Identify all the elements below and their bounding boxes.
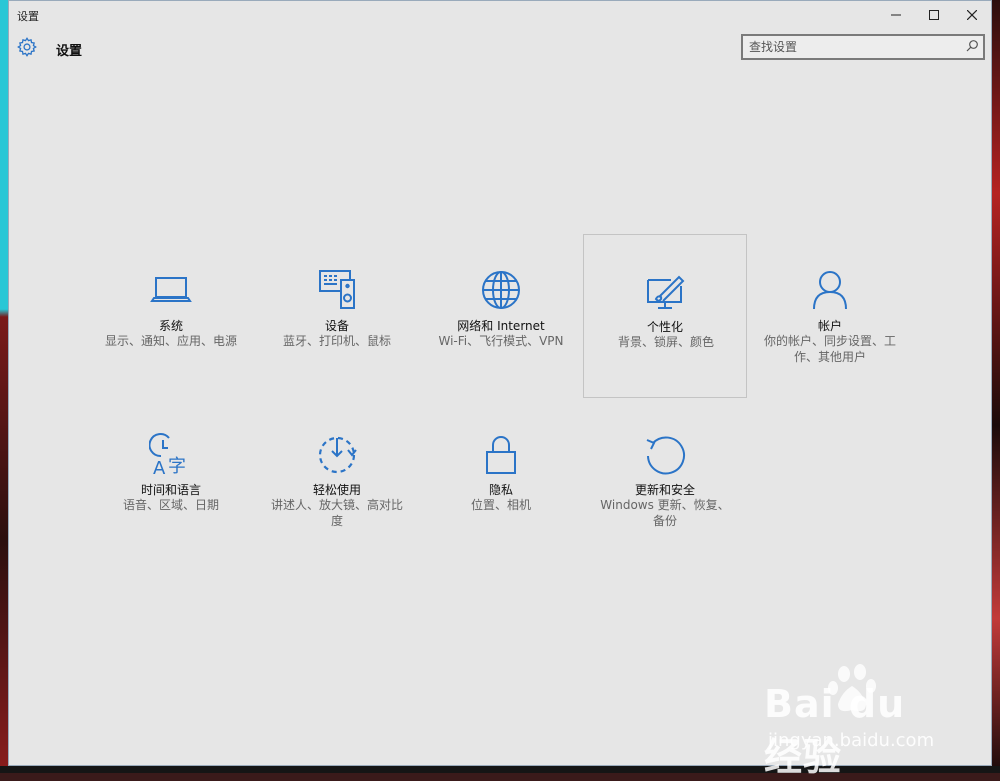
- tile-title: 轻松使用: [312, 483, 361, 497]
- globe-icon: [482, 271, 520, 309]
- tile-title: 更新和安全: [634, 483, 695, 497]
- search-box[interactable]: [741, 34, 985, 60]
- baidu-watermark: Bai du 经验 jingyan.baidu.com: [764, 662, 954, 779]
- title-bar[interactable]: 设置: [9, 1, 991, 29]
- tile-description: Wi-Fi、飞行模式、VPN: [438, 334, 564, 348]
- tile-privacy[interactable]: 隐私 位置、相机: [419, 398, 583, 562]
- tile-accounts[interactable]: 帐户 你的帐户、同步设置、工作、其他用户: [748, 234, 912, 398]
- window-title: 设置: [17, 10, 39, 23]
- tile-description: Windows 更新、恢复、备份: [600, 498, 730, 528]
- maximize-icon: [929, 10, 939, 20]
- tile-title: 帐户: [817, 319, 842, 333]
- laptop-icon: [150, 277, 192, 302]
- tile-title: 网络和 Internet: [457, 319, 545, 333]
- desktop-background-right: [992, 0, 1000, 773]
- devices-icon: [319, 270, 355, 309]
- gear-icon: [17, 37, 37, 57]
- close-button[interactable]: [953, 1, 991, 29]
- tile-description: 显示、通知、应用、电源: [105, 334, 238, 348]
- tile-description: 位置、相机: [470, 498, 531, 512]
- page-title: 设置: [56, 44, 83, 59]
- lock-icon: [486, 436, 516, 474]
- tile-title: 系统: [158, 319, 183, 333]
- close-icon: [967, 10, 977, 20]
- search-icon[interactable]: [965, 39, 979, 53]
- ease-of-access-icon: [318, 436, 357, 474]
- tile-description: 语音、区域、日期: [122, 498, 219, 512]
- tile-title: 时间和语言: [140, 483, 201, 497]
- maximize-button[interactable]: [915, 1, 953, 29]
- svg-text:A: A: [153, 458, 166, 476]
- tile-description: 讲述人、放大镜、高对比度: [271, 498, 404, 528]
- user-icon: [813, 271, 847, 310]
- desktop-background-left: [0, 0, 8, 773]
- tile-devices[interactable]: 设备 蓝牙、打印机、鼠标: [255, 234, 419, 398]
- tile-description: 背景、锁屏、颜色: [617, 335, 714, 349]
- minimize-icon: [891, 14, 901, 16]
- tile-title: 隐私: [488, 483, 513, 497]
- update-icon: [646, 436, 685, 475]
- time-language-icon: A 字: [149, 433, 186, 476]
- tile-description: 你的帐户、同步设置、工作、其他用户: [764, 334, 897, 364]
- minimize-button[interactable]: [877, 1, 915, 29]
- tile-description: 蓝牙、打印机、鼠标: [282, 334, 391, 348]
- watermark-url: jingyan.baidu.com: [768, 730, 935, 751]
- tile-system[interactable]: 系统 显示、通知、应用、电源: [89, 234, 253, 398]
- tile-title: 设备: [324, 319, 349, 333]
- personalization-icon: [647, 275, 685, 309]
- tile-time-language[interactable]: A 字 时间和语言 语音、区域、日期: [89, 398, 253, 562]
- tile-network[interactable]: 网络和 Internet Wi-Fi、飞行模式、VPN: [419, 234, 583, 398]
- search-input[interactable]: [749, 39, 954, 55]
- tile-update-security[interactable]: 更新和安全 Windows 更新、恢复、备份: [583, 398, 747, 562]
- tile-title: 个性化: [646, 320, 683, 334]
- settings-window: 设置 设置 查找设置 系统 显示、通知、应用、电源 设备 蓝牙、打印机、鼠标 网…: [8, 0, 992, 766]
- tile-personalization[interactable]: 个性化 背景、锁屏、颜色: [583, 234, 747, 398]
- svg-text:字: 字: [168, 456, 186, 476]
- tile-ease-of-access[interactable]: 轻松使用 讲述人、放大镜、高对比度: [255, 398, 419, 562]
